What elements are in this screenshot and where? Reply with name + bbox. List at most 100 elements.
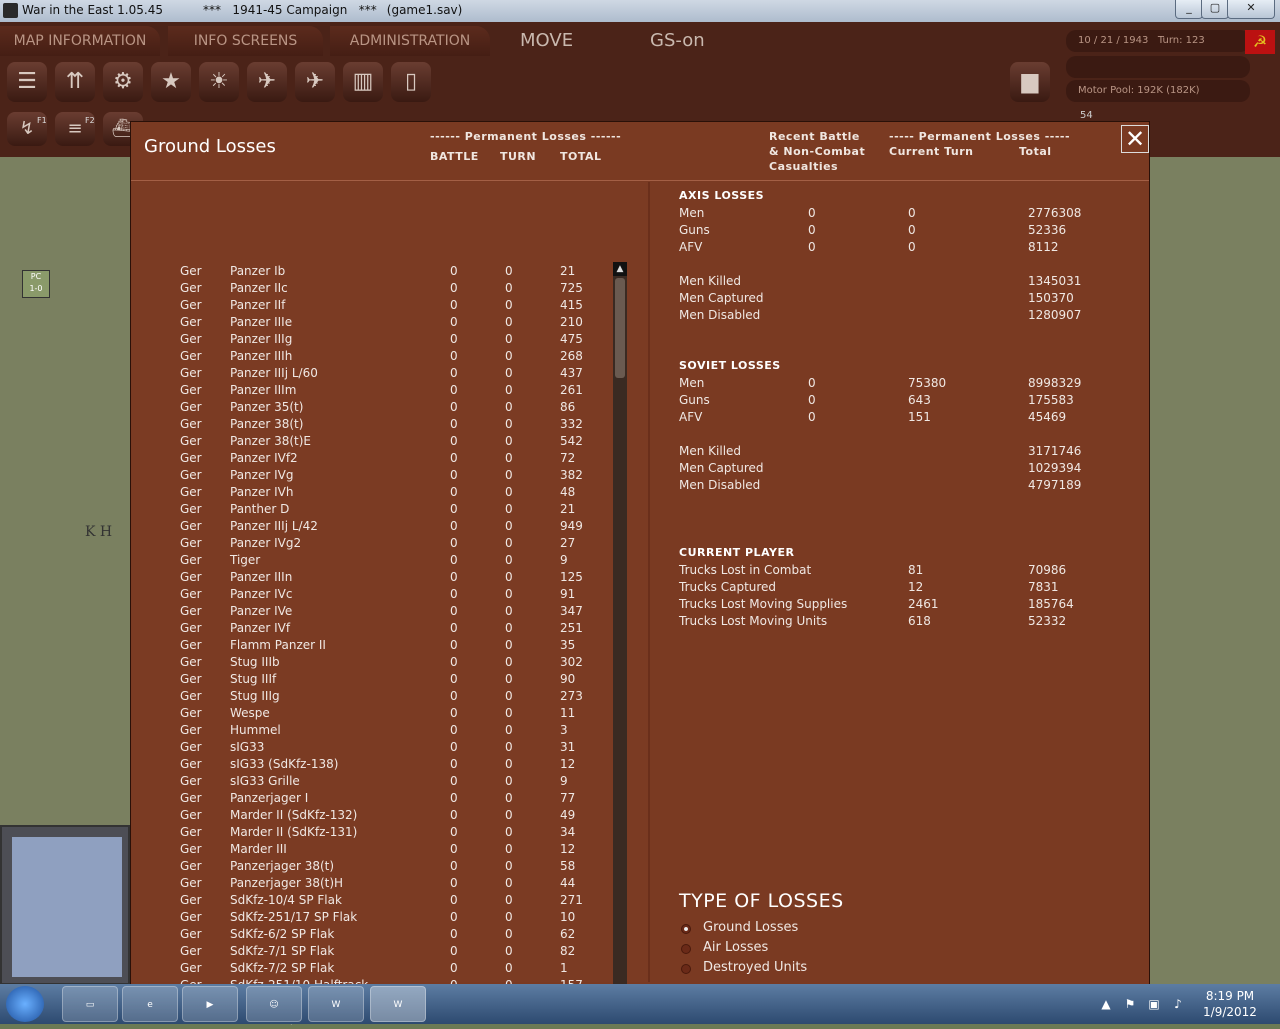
scroll-thumb[interactable] (615, 278, 625, 378)
weather-icon[interactable]: ☀ (199, 62, 239, 102)
radio-destroyed-units[interactable] (681, 964, 691, 974)
cell-nat: Ger (180, 808, 202, 822)
cell-total: 415 (560, 298, 583, 312)
cell-turn: 0 (505, 349, 513, 363)
radio-air-losses-label[interactable]: Air Losses (703, 940, 768, 955)
trucks-units-total: 52332 (1028, 614, 1067, 628)
type-of-losses-title: TYPE OF LOSSES (679, 890, 844, 912)
f1-label: F1 (37, 116, 47, 125)
messenger-icon[interactable]: ☺ (246, 986, 302, 1022)
cell-total: 34 (560, 825, 576, 839)
network-icon[interactable]: ▣ (1146, 996, 1162, 1012)
maximize-button[interactable]: ▢ (1201, 0, 1229, 19)
header-battle: BATTLE (430, 150, 479, 163)
axis-disabled-label: Men Disabled (679, 308, 761, 322)
cell-total: 58 (560, 859, 576, 873)
title-campaign: *** 1941-45 Campaign *** (202, 3, 377, 17)
radio-air-losses[interactable] (681, 944, 691, 954)
star-icon[interactable]: ★ (151, 62, 191, 102)
clock-time[interactable]: 8:19 PM (1200, 989, 1260, 1003)
cell-name: Panzer IVh (230, 485, 294, 499)
radio-destroyed-units-label[interactable]: Destroyed Units (703, 960, 807, 975)
cell-bat: 0 (450, 944, 458, 958)
reinforcement-icon[interactable]: ⇈ (55, 62, 95, 102)
cell-bat: 0 (450, 621, 458, 635)
map-town-label: K H (85, 524, 113, 540)
tab-map-information[interactable]: MAP INFORMATION (0, 26, 160, 56)
map-right[interactable] (1150, 157, 1280, 985)
radio-ground-losses-label[interactable]: Ground Losses (703, 920, 798, 935)
cell-nat: Ger (180, 349, 202, 363)
trucks-combat-label: Trucks Lost in Combat (679, 563, 812, 577)
ground-losses-list[interactable]: Ger Panzer Ib 0 0 21 Ger Panzer IIc 0 0 725 Ger Pan… (132, 182, 648, 1026)
cell-total: 44 (560, 876, 576, 890)
dialog-close-button[interactable]: ✕ (1121, 125, 1149, 153)
minimap[interactable] (0, 825, 130, 985)
folder-icon[interactable]: ▭ (62, 986, 118, 1022)
current-player-title: CURRENT PLAYER (679, 546, 795, 559)
air-mission-icon[interactable]: ✈ (247, 62, 287, 102)
cell-nat: Ger (180, 655, 202, 669)
cell-name: sIG33 (230, 740, 265, 754)
action-center-icon[interactable]: ⚑ (1122, 996, 1138, 1012)
axis-killed-label: Men Killed (679, 274, 742, 288)
window-close-button[interactable]: ✕ (1227, 0, 1275, 19)
supply-icon[interactable]: ▯ (391, 62, 431, 102)
trucks-combat-current: 81 (908, 563, 924, 577)
show-hidden-icon[interactable]: ▲ (1098, 996, 1114, 1012)
volume-icon[interactable]: ♪ (1170, 996, 1186, 1012)
minimap-view[interactable] (12, 837, 122, 977)
gear-icon[interactable]: ⚙ (103, 62, 143, 102)
header-total-right: Total (1019, 145, 1052, 158)
mode-move-label[interactable]: MOVE (520, 30, 573, 51)
cell-name: Panzer IVg2 (230, 536, 302, 550)
list-scrollbar[interactable]: ▲ ▼ (613, 262, 627, 1024)
unit-list-icon[interactable]: ☰ (7, 62, 47, 102)
witw-icon-active[interactable]: W (370, 986, 426, 1022)
tab-administration[interactable]: ADMINISTRATION (330, 26, 490, 56)
f2-label: F2 (85, 116, 95, 125)
ie-icon[interactable]: e (122, 986, 178, 1022)
axis-men-recent: 0 (808, 206, 816, 220)
chart-icon[interactable]: ▆ (1010, 62, 1050, 102)
rail-icon[interactable]: ▥ (343, 62, 383, 102)
header-permanent-losses-left: ------ Permanent Losses ------ (430, 130, 622, 143)
cell-turn: 0 (505, 383, 513, 397)
turn-label: Turn: 123 (1157, 35, 1205, 46)
header-total: TOTAL (560, 150, 602, 163)
cell-nat: Ger (180, 723, 202, 737)
start-button[interactable] (6, 986, 44, 1022)
cell-bat: 0 (450, 468, 458, 482)
tab-info-screens[interactable]: INFO SCREENS (168, 26, 323, 56)
cell-nat: Ger (180, 604, 202, 618)
air-transfer-icon[interactable]: ✈ (295, 62, 335, 102)
clock-date[interactable]: 1/9/2012 (1200, 1005, 1260, 1019)
minimize-button[interactable]: _ (1175, 0, 1203, 19)
axis-afv-label: AFV (679, 240, 703, 254)
cell-nat: Ger (180, 910, 202, 924)
cell-total: 31 (560, 740, 576, 754)
cell-nat: Ger (180, 740, 202, 754)
media-player-icon[interactable]: ▶ (182, 986, 238, 1022)
soviet-disabled-value: 4797189 (1028, 478, 1082, 492)
cell-nat: Ger (180, 757, 202, 771)
cell-name: Panzerjager I (230, 791, 309, 805)
header-recent-3: Casualties (769, 160, 839, 173)
soviet-killed-label: Men Killed (679, 444, 742, 458)
cell-nat: Ger (180, 859, 202, 873)
mode-gs-label[interactable]: GS-on (650, 30, 705, 51)
cell-name: Panzer IIf (230, 298, 286, 312)
unit-counter[interactable]: PC 1-0 (22, 270, 50, 298)
radio-ground-losses[interactable] (681, 924, 691, 934)
cell-bat: 0 (450, 536, 458, 550)
trucks-captured-total: 7831 (1028, 580, 1059, 594)
cell-turn: 0 (505, 740, 513, 754)
witw-icon[interactable]: W (308, 986, 364, 1022)
cell-nat: Ger (180, 638, 202, 652)
cell-turn: 0 (505, 842, 513, 856)
scroll-up-icon[interactable]: ▲ (613, 262, 627, 276)
date-label: 10 / 21 / 1943 (1078, 35, 1149, 46)
cell-turn: 0 (505, 604, 513, 618)
header-recent-2: & Non-Combat (769, 145, 866, 158)
cell-total: 725 (560, 281, 583, 295)
